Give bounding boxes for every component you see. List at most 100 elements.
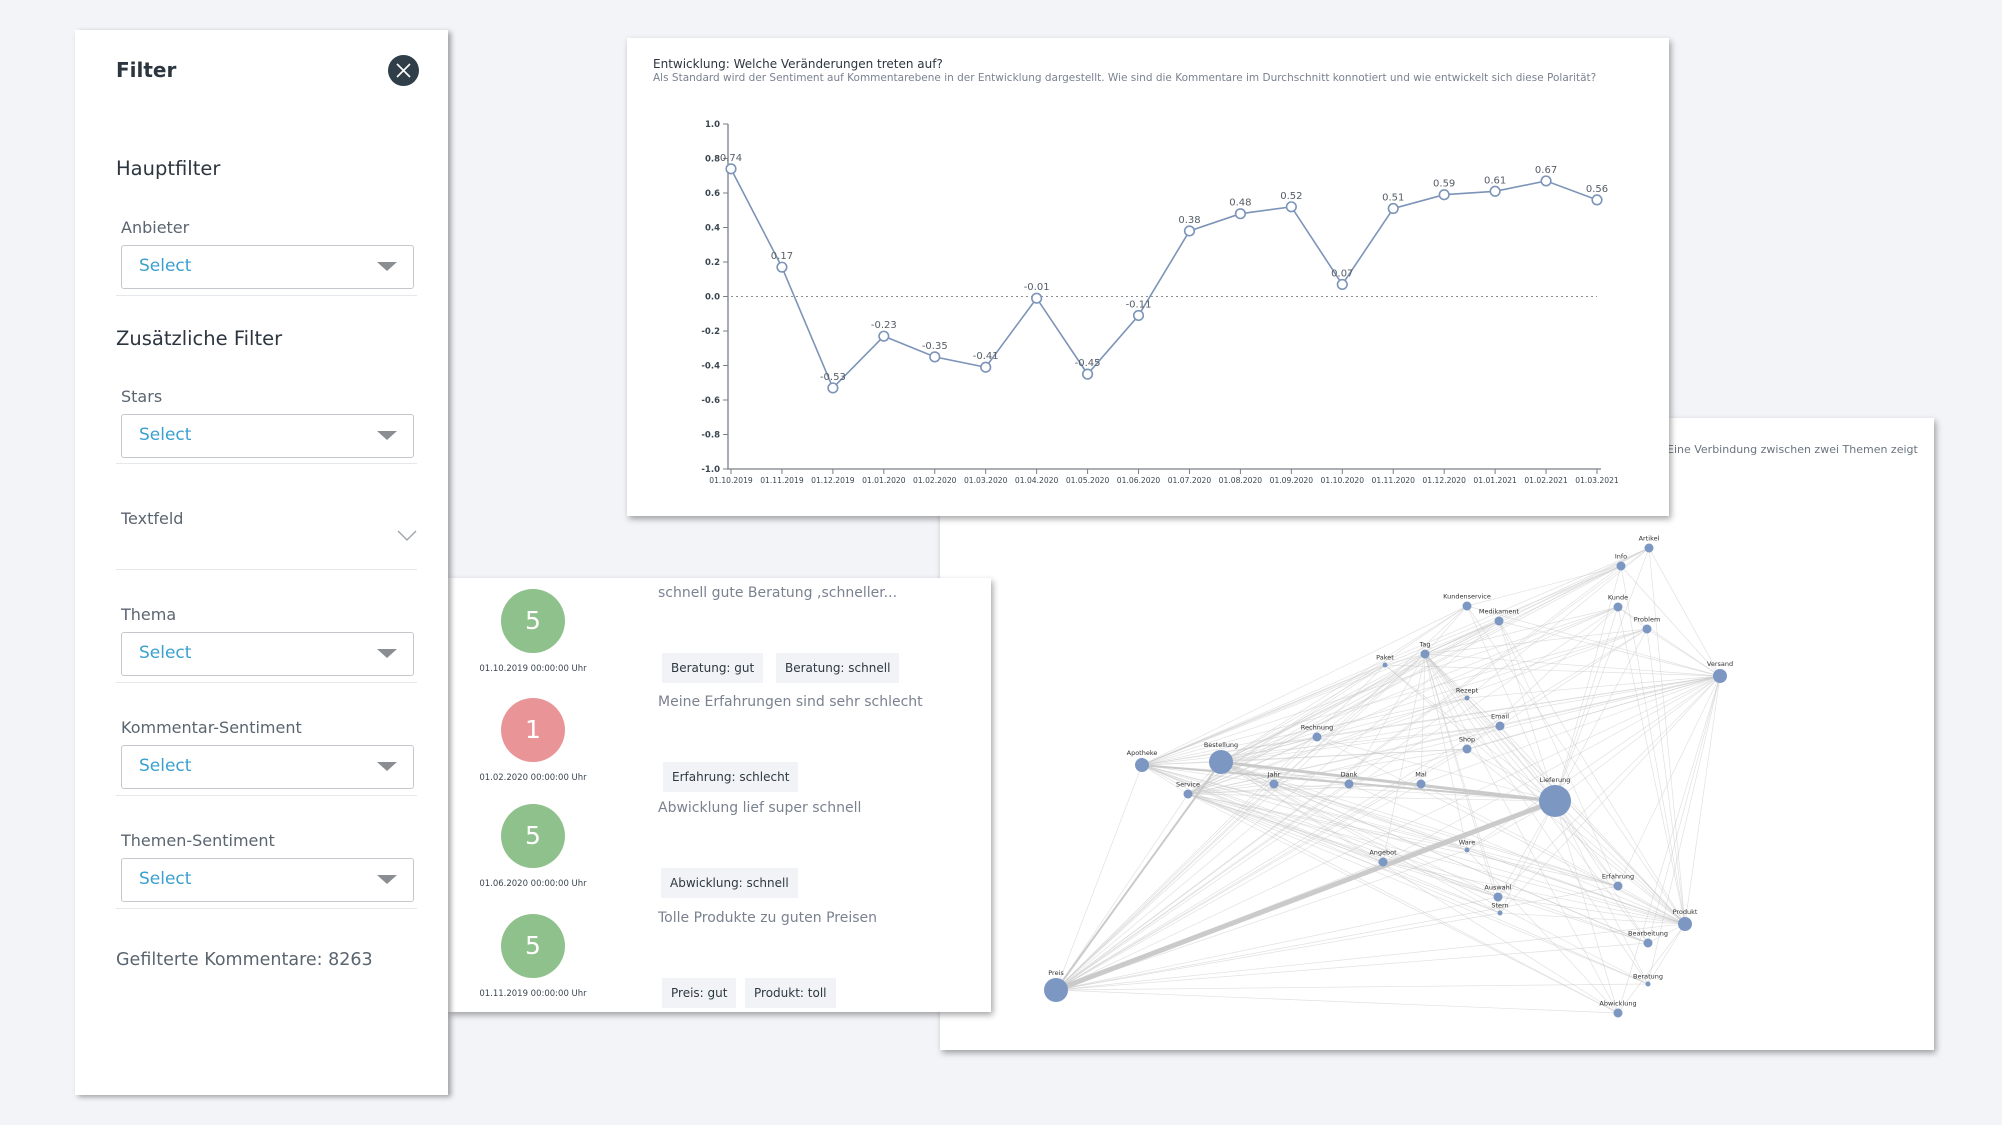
network-node-label: Angebot	[1369, 849, 1397, 857]
network-edge	[1055, 798, 1556, 993]
network-node-label: Jahr	[1267, 771, 1281, 779]
data-point	[776, 261, 788, 273]
filter-panel: Filter Hauptfilter Anbieter Select Zusät…	[75, 30, 448, 1095]
stars-select[interactable]: Select	[121, 414, 414, 458]
x-tick-label: 01.05.2020	[1066, 476, 1110, 485]
chevron-down-icon[interactable]	[397, 530, 417, 541]
comment-date: 01.10.2019 00:00:00 Uhr	[479, 664, 587, 674]
comment-item[interactable]: 5 01.10.2019 00:00:00 Uhr schnell gute B…	[448, 578, 991, 686]
network-edge	[1141, 725, 1501, 766]
network-node-label: Bestellung	[1204, 741, 1238, 749]
x-tick-label: 01.01.2021	[1473, 476, 1517, 485]
network-node-label: Kundenservice	[1443, 593, 1491, 601]
divider	[116, 295, 417, 296]
network-edge	[1055, 983, 1649, 991]
x-tick-label: 01.04.2020	[1015, 476, 1059, 485]
topic-tag[interactable]: Beratung: gut	[662, 653, 764, 683]
network-edge	[1187, 565, 1622, 795]
network-node-label: Auswahl	[1484, 884, 1511, 892]
network-node	[1382, 662, 1388, 668]
divider	[116, 908, 417, 909]
network-edge	[1220, 606, 1619, 763]
topic-tag[interactable]: Produkt: toll	[745, 978, 836, 1008]
divider	[116, 795, 417, 796]
data-label: -0.45	[1075, 358, 1101, 369]
network-node-label: Medikament	[1479, 608, 1520, 616]
x-tick-label: 01.02.2020	[913, 476, 957, 485]
network-node	[1462, 744, 1472, 754]
data-point	[1540, 175, 1552, 187]
y-tick-label: 0.2	[705, 258, 720, 268]
comment-item[interactable]: 5 01.06.2020 00:00:00 Uhr Abwicklung lie…	[448, 793, 991, 901]
data-label: 0.59	[1433, 179, 1455, 190]
network-node-label: Paket	[1376, 654, 1394, 662]
topic-tag[interactable]: Abwicklung: schnell	[661, 868, 798, 898]
themen-sentiment-select[interactable]: Select	[121, 858, 414, 902]
sentiment-series-line	[730, 168, 1598, 390]
network-node-label: Produkt	[1673, 908, 1698, 916]
comment-item[interactable]: 5 01.11.2019 00:00:00 Uhr Tolle Produkte…	[448, 903, 991, 1011]
network-edge	[1382, 861, 1499, 898]
data-label: 0.17	[771, 251, 793, 262]
thema-select[interactable]: Select	[121, 632, 414, 676]
network-node	[1495, 721, 1505, 731]
network-node	[1183, 789, 1193, 799]
caret-down-icon	[377, 762, 397, 771]
network-edge	[1647, 675, 1721, 944]
comment-text: schnell gute Beratung ,schneller...	[658, 585, 898, 601]
network-edge	[1055, 793, 1189, 991]
x-tick-label: 01.02.2021	[1524, 476, 1568, 485]
y-tick-label: -0.8	[701, 431, 720, 441]
network-node-label: Apotheke	[1127, 749, 1158, 757]
sentiment-trend-card: Entwicklung: Welche Veränderungen treten…	[627, 38, 1669, 516]
star-rating-badge: 1	[501, 698, 565, 762]
network-edge	[1141, 605, 1468, 766]
network-node-label: Artikel	[1639, 535, 1660, 543]
network-node	[1643, 938, 1653, 948]
network-edge	[1384, 664, 1556, 802]
field-label-textfeld[interactable]: Textfeld	[121, 509, 183, 528]
section-heading-extra: Zusätzliche Filter	[116, 327, 283, 350]
network-node	[1613, 1008, 1623, 1018]
data-point	[1387, 202, 1399, 215]
network-node-label: Tag	[1418, 641, 1430, 649]
network-edge	[1420, 653, 1426, 785]
comment-item[interactable]: 1 01.02.2020 00:00:00 Uhr Meine Erfahrun…	[448, 687, 991, 795]
close-button[interactable]	[388, 55, 419, 86]
topic-tag[interactable]: Erfahrung: schlecht	[663, 762, 799, 792]
network-edge	[1055, 783, 1275, 991]
network-node-label: Mal	[1415, 771, 1427, 779]
network-edge	[1055, 989, 1619, 1014]
network-node-label: Ware	[1459, 839, 1476, 847]
topic-tag[interactable]: Beratung: schnell	[776, 653, 900, 683]
field-label-kommentar-sentiment: Kommentar-Sentiment	[121, 718, 302, 737]
star-rating-badge: 5	[501, 914, 565, 978]
network-node	[1613, 881, 1623, 891]
data-point	[1438, 189, 1450, 201]
data-label: 0.07	[1331, 268, 1353, 279]
network-node	[1269, 779, 1279, 789]
y-tick-label: 0.4	[705, 224, 720, 234]
y-tick-label: -1.0	[701, 465, 720, 475]
anbieter-select[interactable]: Select	[121, 245, 414, 289]
topic-tag[interactable]: Preis: gut	[662, 978, 737, 1008]
data-point	[1183, 225, 1196, 237]
network-edge	[1055, 565, 1622, 991]
filtered-comments-count: Gefilterte Kommentare: 8263	[116, 950, 373, 970]
comment-date: 01.06.2020 00:00:00 Uhr	[479, 879, 587, 889]
data-label: 0.74	[720, 153, 742, 164]
data-label: 0.51	[1382, 193, 1404, 204]
network-node	[1416, 779, 1426, 789]
network-node	[1642, 624, 1652, 634]
divider	[116, 463, 417, 464]
select-value: Select	[139, 869, 192, 889]
comment-text: Tolle Produkte zu guten Preisen	[658, 910, 877, 926]
network-node	[1678, 917, 1692, 931]
network-node	[1644, 543, 1654, 553]
network-node-label: Service	[1176, 781, 1200, 789]
network-edge	[1348, 783, 1686, 925]
star-rating-badge: 5	[501, 589, 565, 653]
network-node	[1494, 616, 1504, 626]
filter-panel-title: Filter	[116, 58, 177, 82]
kommentar-sentiment-select[interactable]: Select	[121, 745, 414, 789]
